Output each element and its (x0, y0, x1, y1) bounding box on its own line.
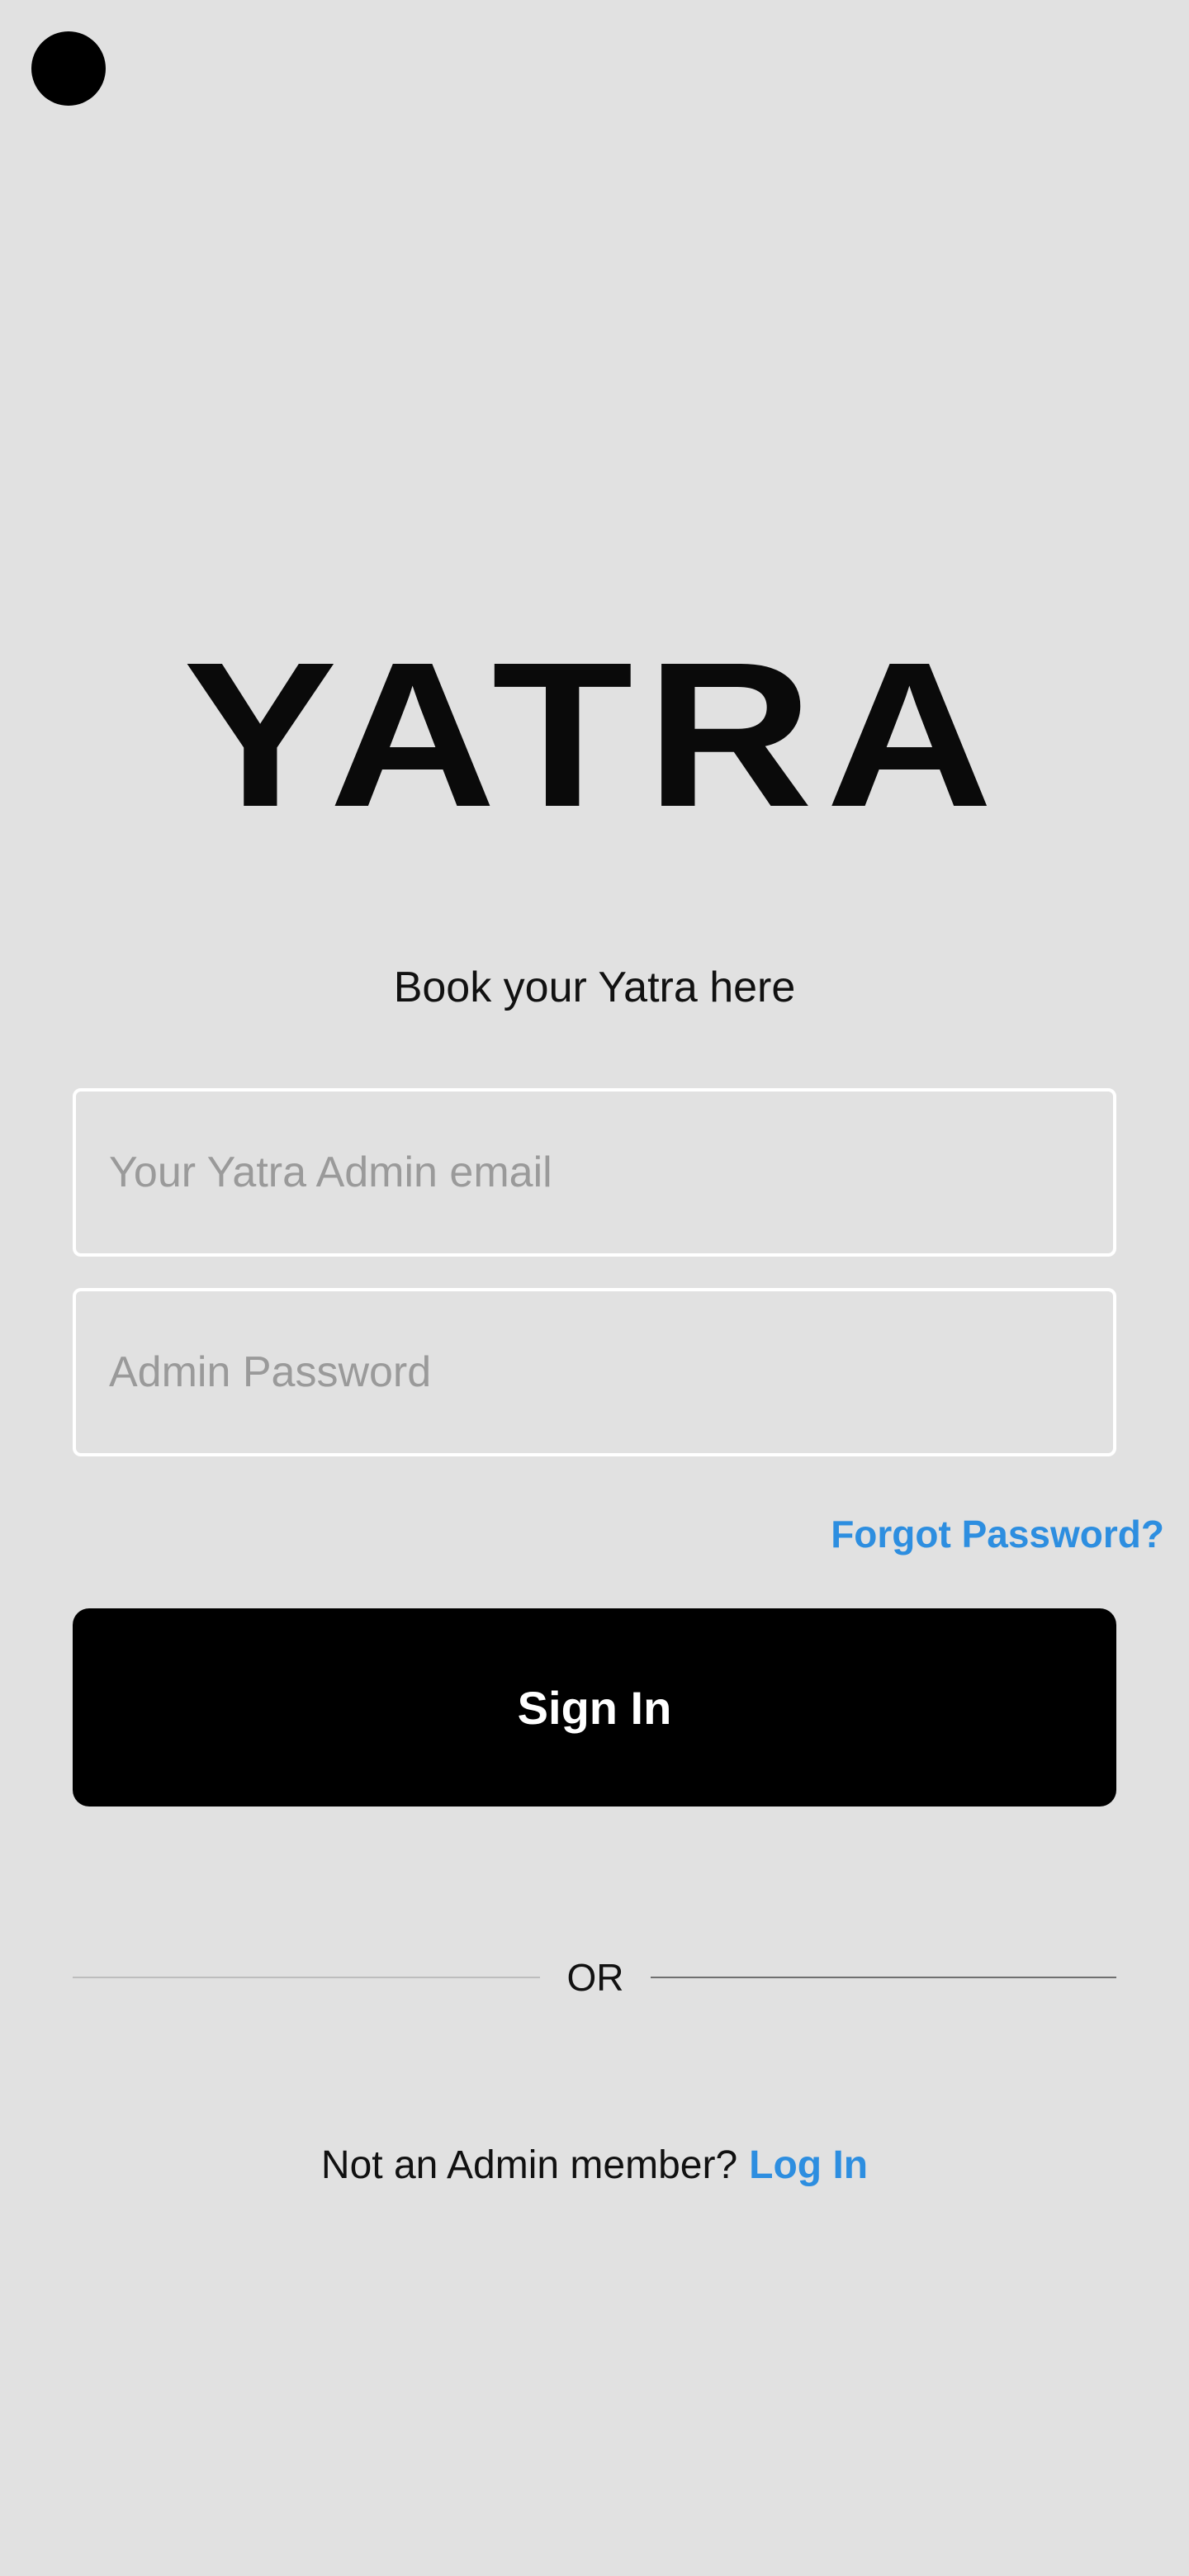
password-input[interactable] (76, 1291, 1113, 1453)
password-field-container (73, 1288, 1116, 1456)
camera-dot-icon (31, 31, 106, 106)
divider-line-left (73, 1977, 540, 1978)
yatra-logo: YATRA (182, 619, 1007, 850)
login-screen: YATRA Book your Yatra here Forgot Passwo… (0, 0, 1189, 2576)
forgot-password-link[interactable]: Forgot Password? (831, 1508, 1164, 1560)
or-divider: OR (73, 1949, 1116, 2006)
admin-login-prompt: Not an Admin member? Log In (0, 2137, 1189, 2195)
divider-label: OR (566, 1956, 624, 1999)
divider-line-right (651, 1977, 1116, 1978)
not-admin-text: Not an Admin member? (320, 2143, 738, 2187)
email-field-container (73, 1088, 1116, 1257)
tagline: Book your Yatra here (393, 964, 796, 1011)
sign-in-button[interactable]: Sign In (73, 1608, 1116, 1807)
email-input[interactable] (76, 1091, 1113, 1253)
log-in-link[interactable]: Log In (749, 2143, 868, 2187)
